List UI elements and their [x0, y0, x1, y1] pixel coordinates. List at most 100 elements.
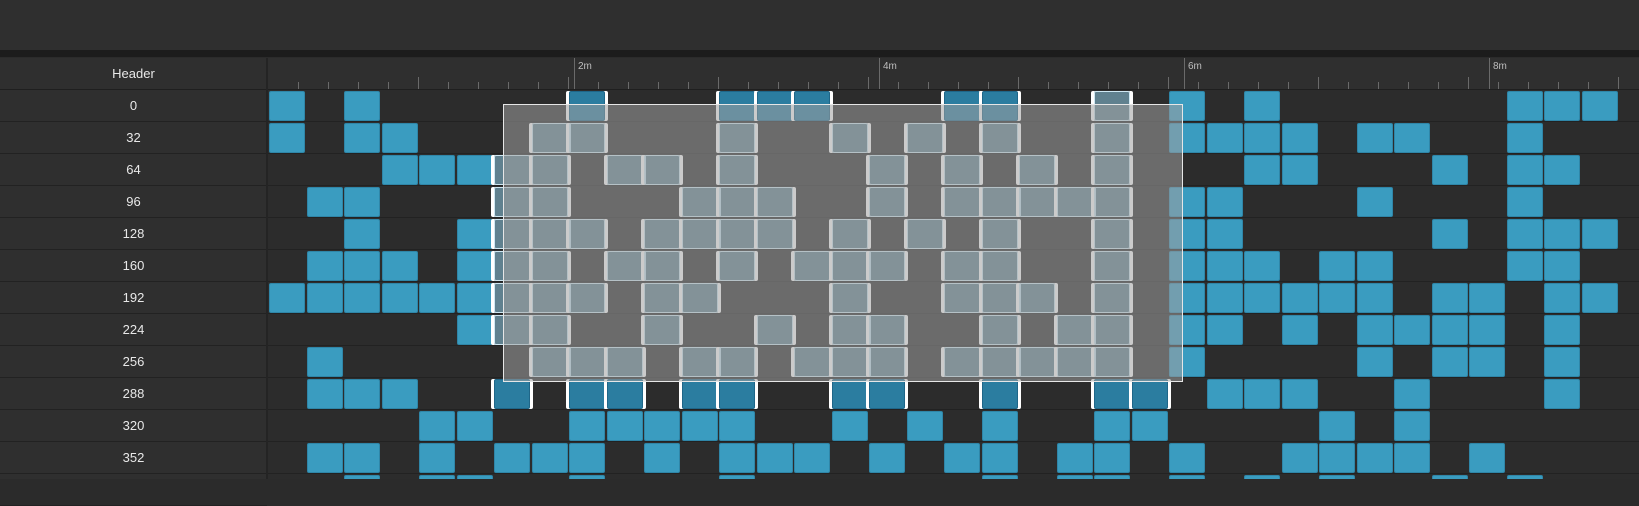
grid-cell[interactable]	[1394, 379, 1430, 409]
grid-cell[interactable]	[1394, 315, 1430, 345]
grid-cell[interactable]	[1281, 283, 1318, 313]
grid-cell[interactable]	[344, 91, 380, 121]
grid-cell[interactable]	[869, 379, 905, 409]
grid-cell[interactable]	[981, 379, 1018, 409]
grid-cell[interactable]	[306, 187, 343, 217]
grid-cell[interactable]	[569, 411, 605, 441]
time-ruler[interactable]: 2m 4m 6m 8m	[268, 58, 1639, 90]
grid-cell[interactable]	[1544, 155, 1580, 185]
header-cell[interactable]: Header	[0, 58, 267, 90]
grid-cell[interactable]	[1431, 219, 1468, 249]
row-label[interactable]: 64	[0, 154, 267, 186]
grid-cell[interactable]	[1281, 315, 1318, 345]
grid-cell[interactable]	[1544, 379, 1580, 409]
grid-cell[interactable]	[1094, 411, 1130, 441]
row-label[interactable]: 160	[0, 250, 267, 282]
grid-cell[interactable]	[1169, 443, 1205, 473]
grid-cell[interactable]	[1544, 315, 1580, 345]
grid-cell[interactable]	[1319, 443, 1355, 473]
grid-cell[interactable]	[1206, 219, 1243, 249]
grid-cell[interactable]	[381, 251, 418, 281]
grid-cell[interactable]	[944, 443, 980, 473]
grid-cell[interactable]	[1056, 475, 1093, 479]
grid-cell[interactable]	[1394, 123, 1430, 153]
grid-cell[interactable]	[1469, 443, 1505, 473]
grid-cell[interactable]	[344, 251, 380, 281]
grid-cell[interactable]	[456, 475, 493, 479]
grid-cell[interactable]	[1506, 91, 1543, 121]
grid-cell[interactable]	[1356, 187, 1393, 217]
grid-cell[interactable]	[1206, 379, 1243, 409]
grid-cell[interactable]	[419, 283, 455, 313]
grid-cell[interactable]	[456, 219, 493, 249]
grid-cell[interactable]	[1394, 443, 1430, 473]
grid-cell[interactable]	[1244, 475, 1280, 479]
grid-cell[interactable]	[269, 283, 305, 313]
selection-box[interactable]	[503, 104, 1183, 382]
grid-cell[interactable]	[1319, 283, 1355, 313]
grid-cell[interactable]	[681, 411, 718, 441]
grid-cell[interactable]	[1244, 91, 1280, 121]
grid-cell[interactable]	[306, 379, 343, 409]
grid-cell[interactable]	[1356, 315, 1393, 345]
grid-cell[interactable]	[344, 219, 380, 249]
grid-cell[interactable]	[269, 91, 305, 121]
grid-cell[interactable]	[456, 251, 493, 281]
grid-cell[interactable]	[1506, 219, 1543, 249]
grid-cell[interactable]	[1506, 475, 1543, 479]
grid-cell[interactable]	[419, 443, 455, 473]
row-label[interactable]: 192	[0, 282, 267, 314]
grid-cell[interactable]	[1244, 379, 1280, 409]
row-label[interactable]: 288	[0, 378, 267, 410]
grid-cell[interactable]	[344, 283, 380, 313]
grid-cell[interactable]	[1094, 379, 1130, 409]
row-label[interactable]: 320	[0, 410, 267, 442]
grid-cell[interactable]	[831, 411, 868, 441]
grid-cell[interactable]	[419, 411, 455, 441]
grid-cell[interactable]	[456, 411, 493, 441]
grid-cell[interactable]	[344, 379, 380, 409]
row-label[interactable]: 32	[0, 122, 267, 154]
grid-cell[interactable]	[1281, 123, 1318, 153]
grid-cell[interactable]	[681, 379, 718, 409]
grid-cell[interactable]	[644, 411, 680, 441]
grid-cell[interactable]	[1356, 123, 1393, 153]
grid-cell[interactable]	[344, 123, 380, 153]
grid-cell[interactable]	[1356, 443, 1393, 473]
grid-cell[interactable]	[1206, 187, 1243, 217]
grid-cell[interactable]	[381, 283, 418, 313]
sequencer-grid[interactable]	[268, 90, 1639, 479]
grid-cell[interactable]	[531, 443, 568, 473]
grid-cell[interactable]	[1281, 155, 1318, 185]
grid-cell[interactable]	[719, 379, 755, 409]
grid-cell[interactable]	[981, 411, 1018, 441]
grid-cell[interactable]	[344, 187, 380, 217]
grid-cell[interactable]	[1131, 411, 1168, 441]
grid-cell[interactable]	[1356, 347, 1393, 377]
grid-cell[interactable]	[1506, 155, 1543, 185]
grid-cell[interactable]	[419, 475, 455, 479]
grid-cell[interactable]	[1544, 219, 1580, 249]
row-label[interactable]: 352	[0, 442, 267, 474]
grid-cell[interactable]	[1319, 251, 1355, 281]
grid-cell[interactable]	[606, 379, 643, 409]
grid-cell[interactable]	[1431, 475, 1468, 479]
grid-cell[interactable]	[306, 251, 343, 281]
grid-cell[interactable]	[1206, 315, 1243, 345]
grid-cell[interactable]	[794, 443, 830, 473]
grid-cell[interactable]	[1244, 251, 1280, 281]
row-label[interactable]: 0	[0, 90, 267, 122]
grid-cell[interactable]	[1319, 411, 1355, 441]
grid-cell[interactable]	[1544, 91, 1580, 121]
grid-cell[interactable]	[1319, 475, 1355, 479]
grid-cell[interactable]	[306, 443, 343, 473]
grid-cell[interactable]	[1206, 251, 1243, 281]
grid-cell[interactable]	[756, 443, 793, 473]
grid-cell[interactable]	[1394, 411, 1430, 441]
grid-cell[interactable]	[719, 443, 755, 473]
grid-cell[interactable]	[606, 411, 643, 441]
grid-cell[interactable]	[569, 443, 605, 473]
grid-cell[interactable]	[981, 475, 1018, 479]
grid-cell[interactable]	[906, 411, 943, 441]
grid-cell[interactable]	[1431, 283, 1468, 313]
